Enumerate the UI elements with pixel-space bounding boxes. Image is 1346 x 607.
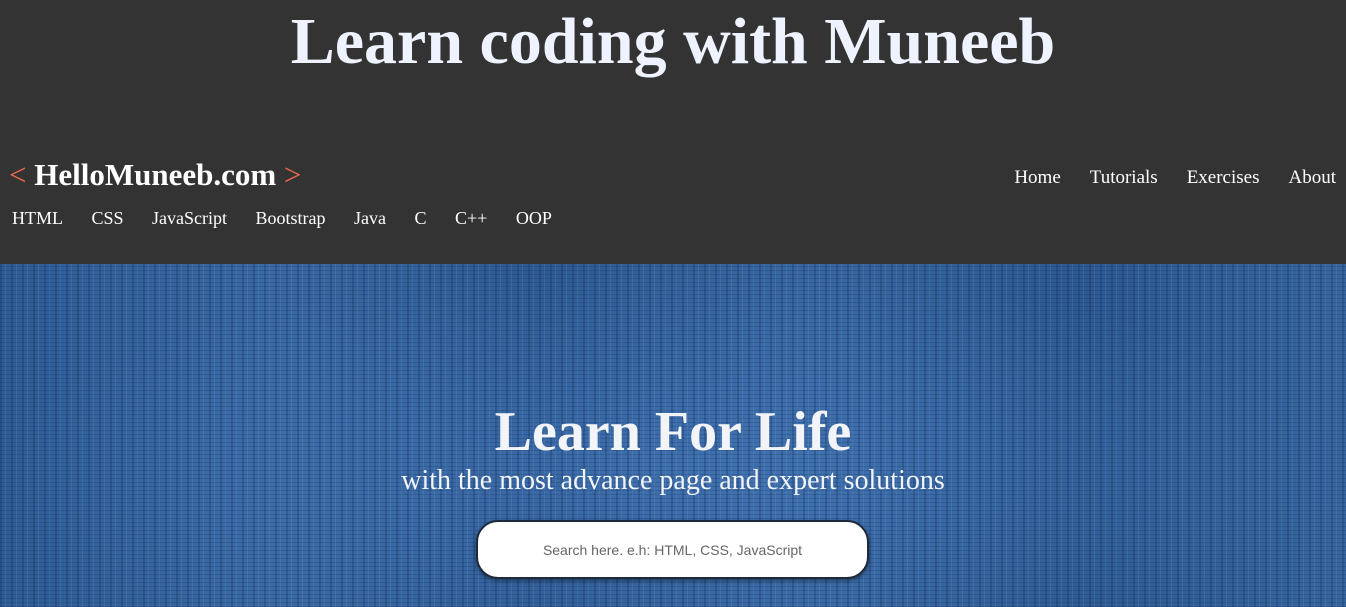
- topic-oop-link[interactable]: OOP: [516, 206, 552, 230]
- nav-about-link[interactable]: About: [1289, 166, 1337, 190]
- topic-bootstrap-link[interactable]: Bootstrap: [256, 206, 326, 230]
- topic-css-link[interactable]: CSS: [92, 206, 124, 230]
- main-nav: Home Tutorials Exercises About: [985, 166, 1336, 190]
- brand-name: HelloMuneeb.com: [34, 157, 277, 192]
- hero-section: Learn For Life with the most advance pag…: [0, 264, 1346, 607]
- topic-javascript-link[interactable]: JavaScript: [152, 206, 227, 230]
- topic-cpp-link[interactable]: C++: [455, 206, 487, 230]
- topic-c-link[interactable]: C: [415, 206, 427, 230]
- nav-home-link[interactable]: Home: [1014, 166, 1060, 190]
- brand-close-bracket: >: [283, 157, 302, 192]
- hero-subtitle: with the most advance page and expert so…: [401, 465, 945, 496]
- site-title: Learn coding with Muneeb: [290, 5, 1056, 78]
- search-input[interactable]: [490, 540, 855, 559]
- topic-nav: HTML CSS JavaScript Bootstrap Java C C++…: [12, 206, 580, 230]
- page: Learn coding with Muneeb < HelloMuneeb.c…: [0, 0, 1346, 607]
- brand-logo[interactable]: < HelloMuneeb.com >: [9, 156, 301, 194]
- search-box: [476, 520, 869, 579]
- nav-tutorials-link[interactable]: Tutorials: [1090, 166, 1158, 190]
- topic-java-link[interactable]: Java: [354, 206, 386, 230]
- brand-open-bracket: <: [9, 157, 27, 192]
- hero-title: Learn For Life: [494, 401, 852, 463]
- site-header: Learn coding with Muneeb < HelloMuneeb.c…: [0, 0, 1346, 264]
- topic-html-link[interactable]: HTML: [12, 206, 63, 230]
- nav-exercises-link[interactable]: Exercises: [1187, 166, 1260, 190]
